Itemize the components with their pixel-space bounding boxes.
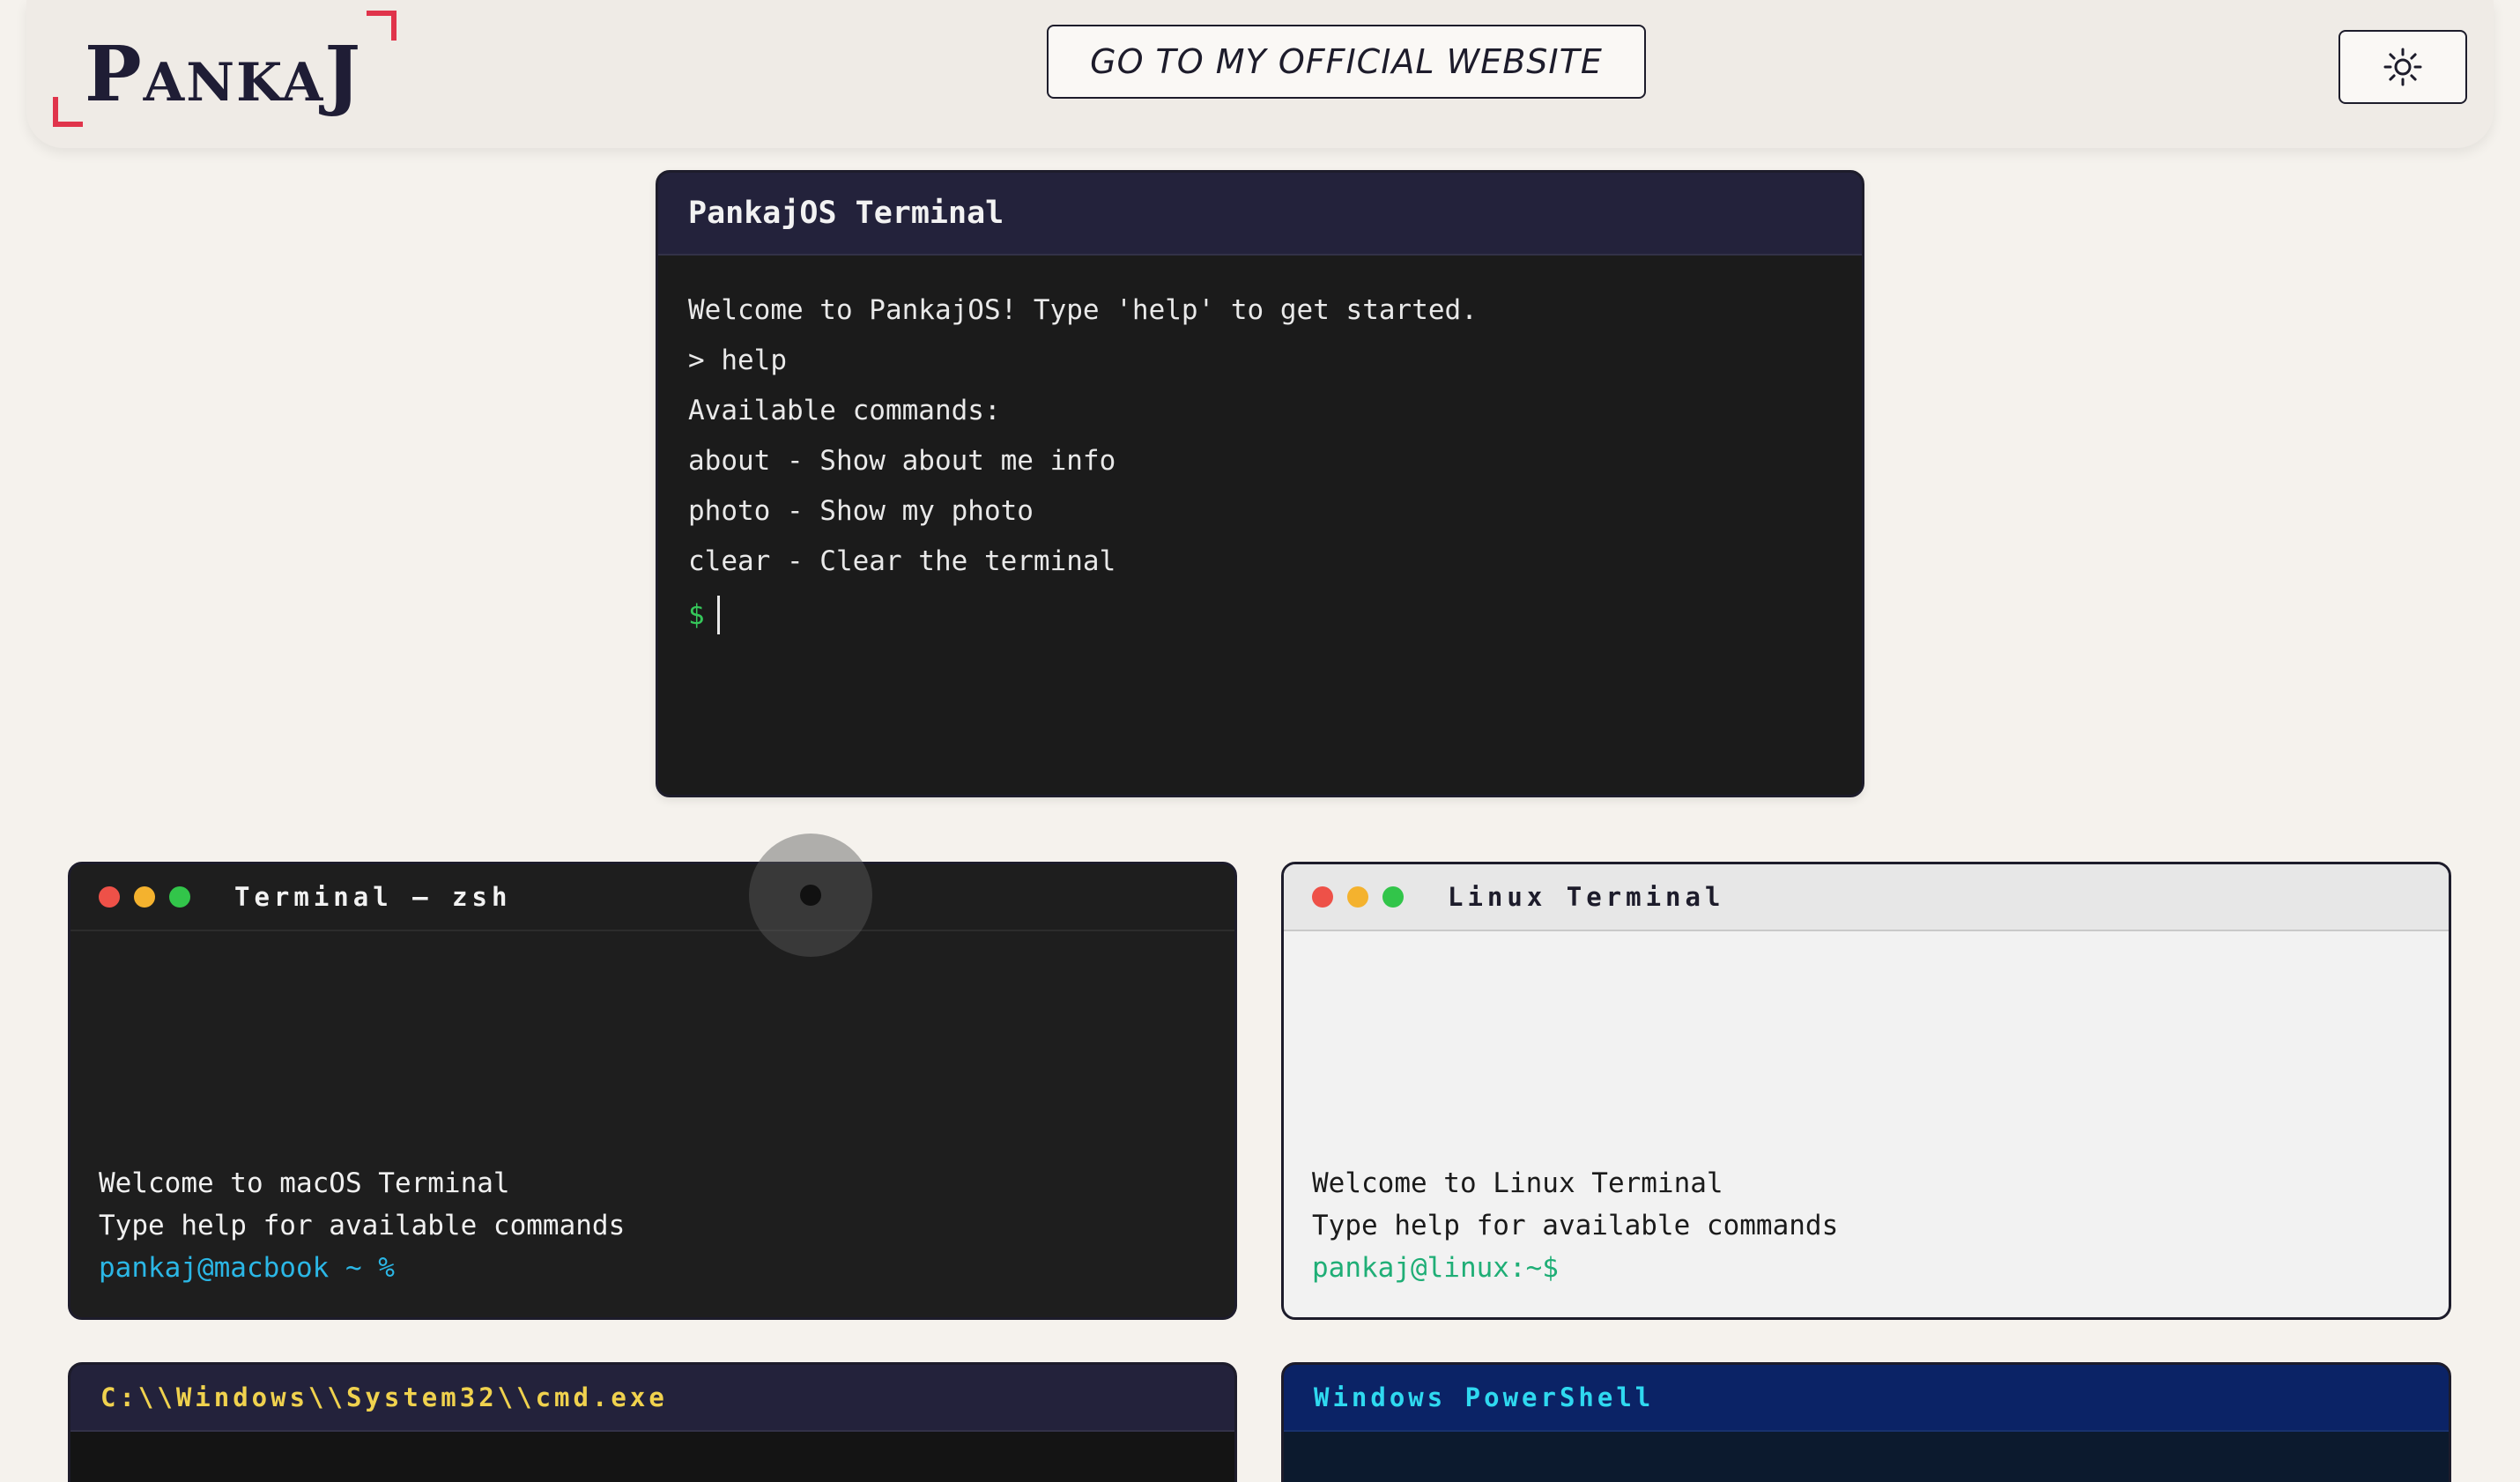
terminal-output: Welcome to PankajOS! Type 'help' to get … bbox=[658, 256, 1862, 643]
output-line: clear - Clear the terminal bbox=[688, 545, 1116, 577]
logo-text: PANKAJ bbox=[85, 30, 363, 119]
macos-terminal-title: Terminal — zsh bbox=[234, 882, 512, 912]
output-line: Welcome to Linux Terminal bbox=[1312, 1167, 1723, 1199]
theme-toggle-button[interactable] bbox=[2338, 30, 2467, 104]
command-input[interactable]: $ bbox=[688, 587, 1832, 643]
output-line: Type help for available commands bbox=[1312, 1210, 1839, 1241]
logo-corner-top-right bbox=[367, 11, 397, 41]
linux-terminal[interactable]: Linux Terminal Welcome to Linux Terminal… bbox=[1281, 862, 2451, 1320]
output-line: Welcome to PankajOS! Type 'help' to get … bbox=[688, 294, 1478, 326]
terminal-titlebar: PankajOS Terminal bbox=[658, 173, 1862, 256]
output-line: Type help for available commands bbox=[99, 1210, 626, 1241]
output-line: about - Show about me info bbox=[688, 445, 1116, 477]
cmd-titlebar: C:\\Windows\\System32\\cmd.exe bbox=[70, 1365, 1234, 1432]
prompt-symbol: $ bbox=[688, 599, 705, 631]
cursor-indicator-dot bbox=[800, 885, 821, 906]
sun-icon bbox=[2383, 48, 2422, 86]
output-line: photo - Show my photo bbox=[688, 495, 1034, 527]
minimize-dot[interactable] bbox=[134, 886, 155, 908]
close-dot[interactable] bbox=[99, 886, 120, 908]
official-website-button[interactable]: GO TO MY OFFICIAL WEBSITE bbox=[1047, 25, 1646, 99]
close-dot[interactable] bbox=[1312, 886, 1333, 908]
minimize-dot[interactable] bbox=[1347, 886, 1368, 908]
terminal-title: PankajOS Terminal bbox=[688, 196, 1004, 231]
site-header: PANKAJ GO TO MY OFFICIAL WEBSITE bbox=[26, 0, 2494, 148]
maximize-dot[interactable] bbox=[1382, 886, 1404, 908]
output-line: Available commands: bbox=[688, 395, 1001, 426]
linux-titlebar: Linux Terminal bbox=[1284, 864, 2449, 931]
pankajos-terminal[interactable]: PankajOS Terminal Welcome to PankajOS! T… bbox=[656, 170, 1864, 797]
macos-titlebar: Terminal — zsh bbox=[70, 864, 1234, 931]
linux-prompt[interactable]: pankaj@linux:~$ bbox=[1312, 1247, 1838, 1289]
text-cursor bbox=[716, 596, 720, 634]
maximize-dot[interactable] bbox=[169, 886, 190, 908]
powershell-terminal[interactable]: Windows PowerShell bbox=[1281, 1362, 2451, 1482]
output-line: > help bbox=[688, 345, 787, 376]
output-line: Welcome to macOS Terminal bbox=[99, 1167, 510, 1199]
linux-terminal-output: Welcome to Linux Terminal Type help for … bbox=[1312, 1162, 1838, 1289]
cmd-terminal-title: C:\\Windows\\System32\\cmd.exe bbox=[100, 1382, 668, 1412]
macos-terminal[interactable]: Terminal — zsh Welcome to macOS Terminal… bbox=[68, 862, 1237, 1320]
macos-terminal-output: Welcome to macOS Terminal Type help for … bbox=[99, 1162, 625, 1289]
macos-prompt[interactable]: pankaj@macbook ~ % bbox=[99, 1247, 625, 1289]
logo-corner-bottom-left bbox=[53, 97, 83, 127]
linux-terminal-title: Linux Terminal bbox=[1448, 882, 1725, 912]
powershell-terminal-title: Windows PowerShell bbox=[1314, 1382, 1655, 1412]
cmd-terminal[interactable]: C:\\Windows\\System32\\cmd.exe bbox=[68, 1362, 1237, 1482]
site-logo[interactable]: PANKAJ bbox=[53, 7, 397, 130]
powershell-titlebar: Windows PowerShell bbox=[1284, 1365, 2449, 1432]
